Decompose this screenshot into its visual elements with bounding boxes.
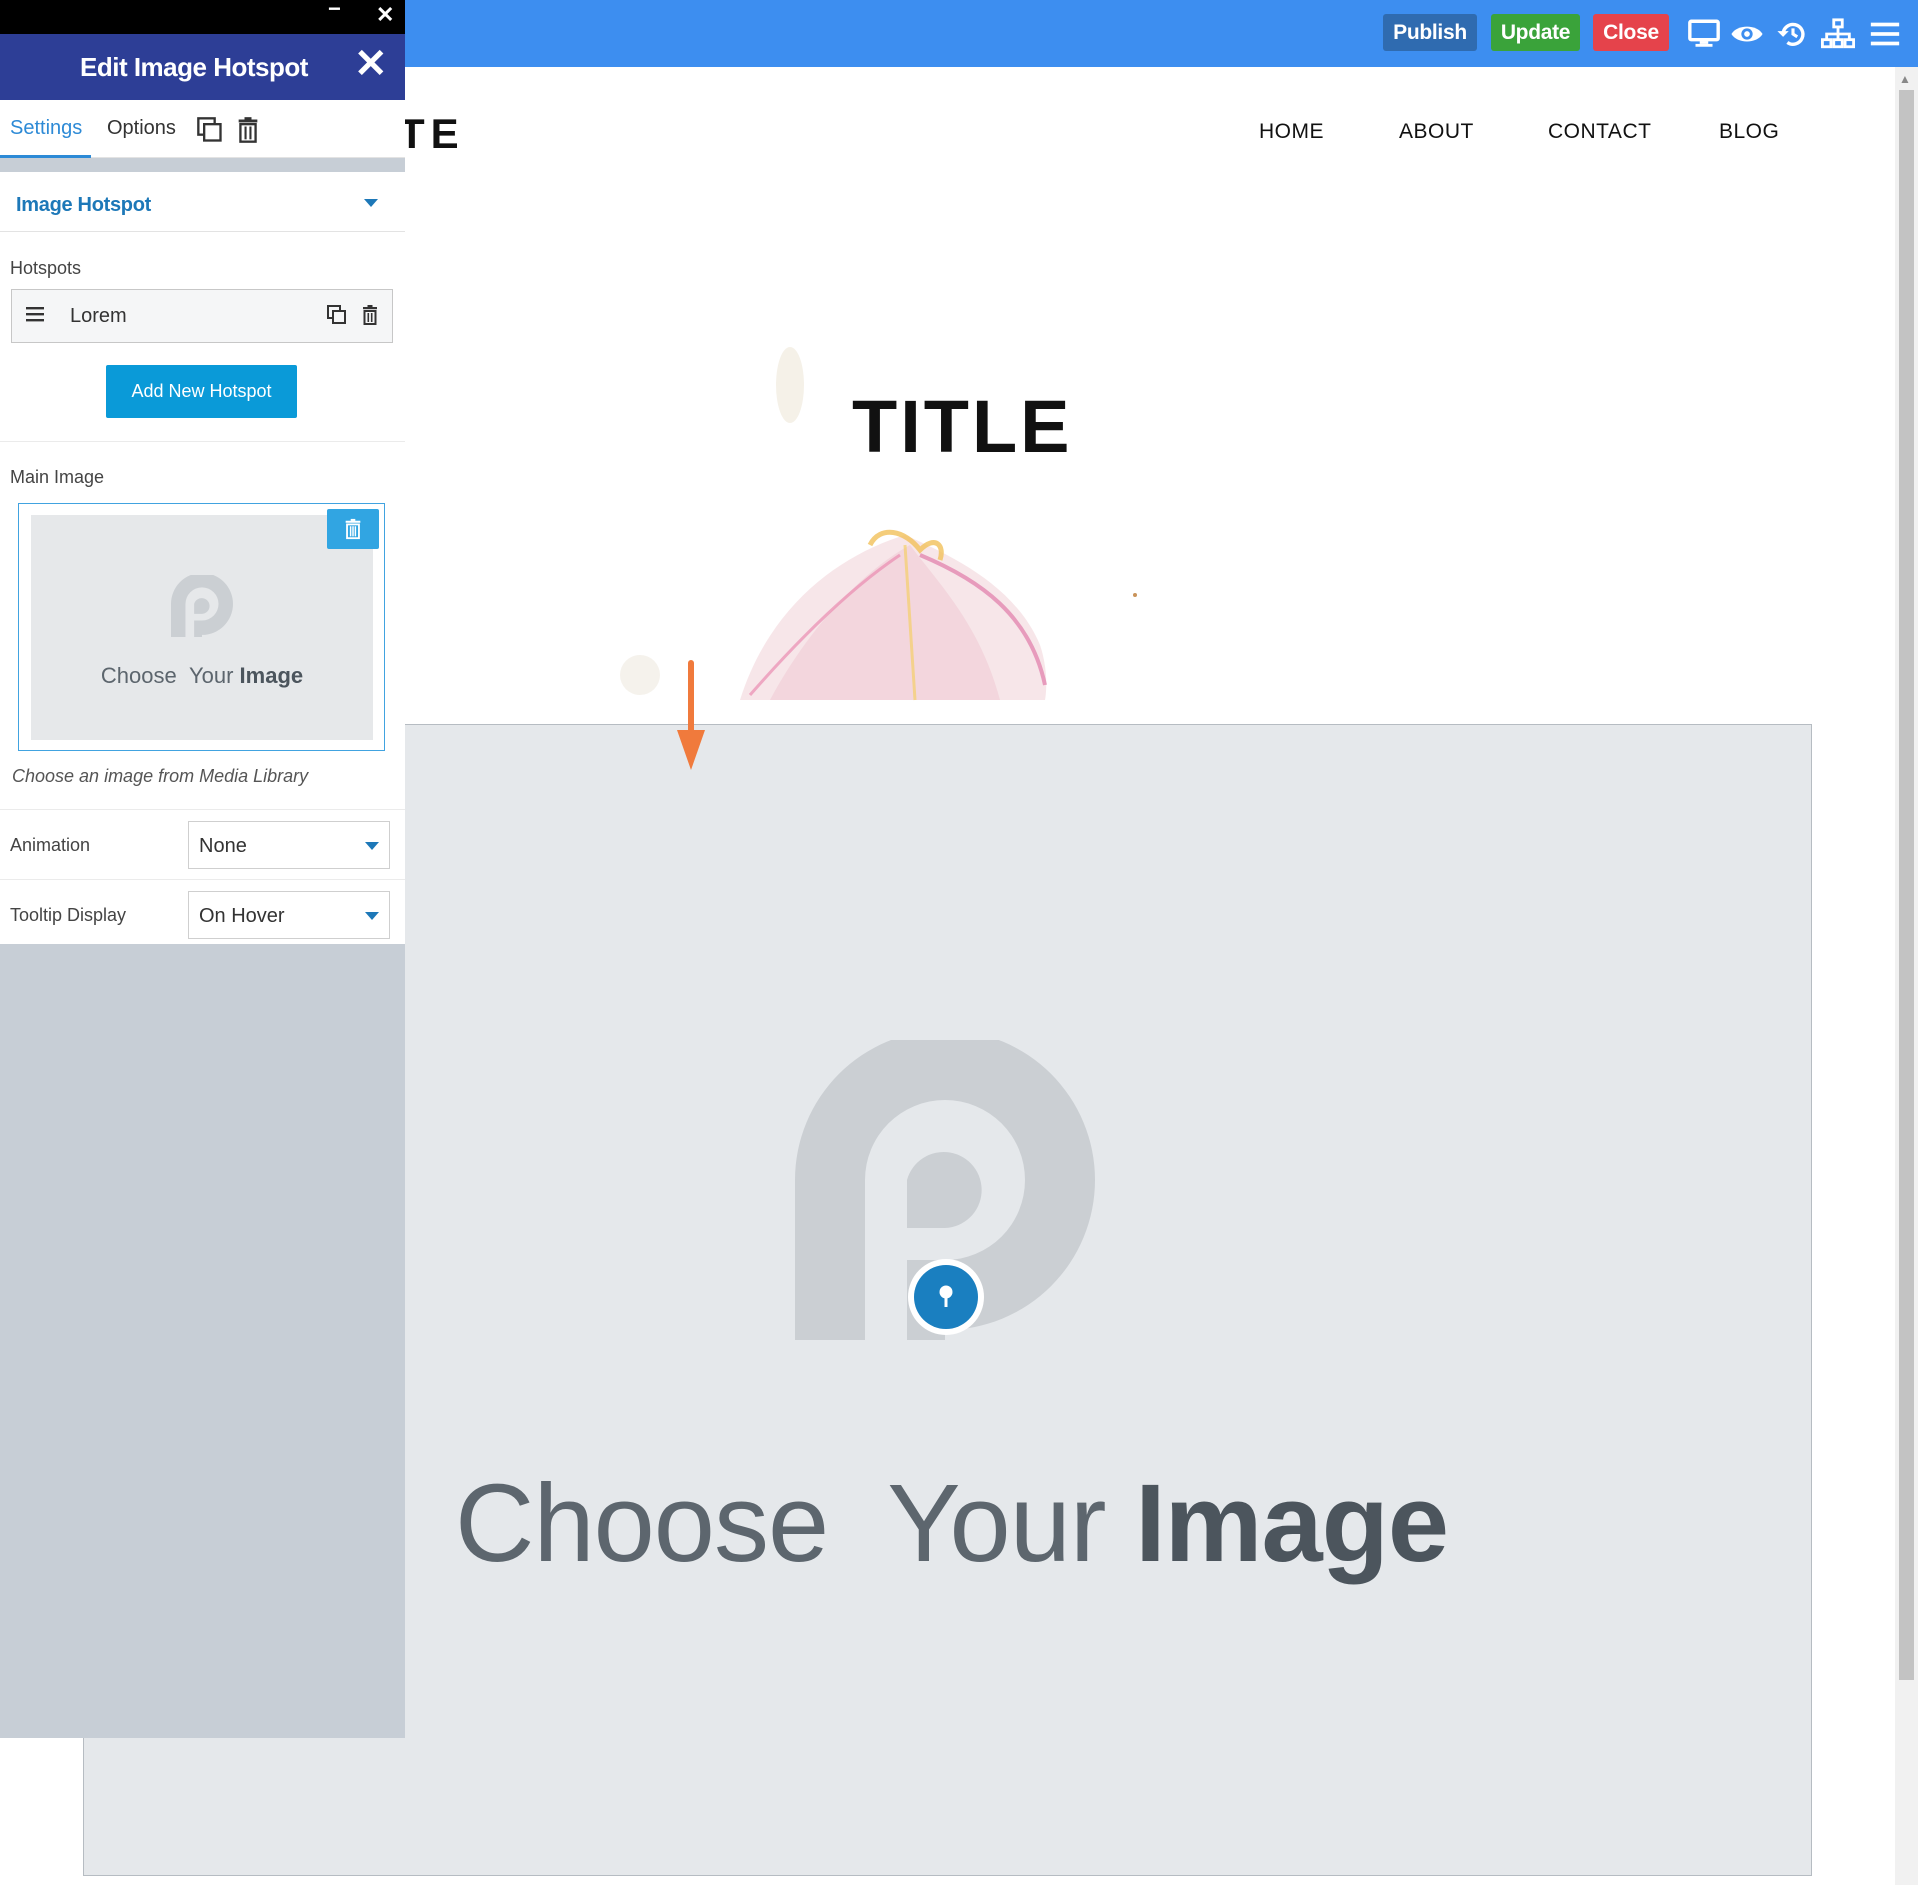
- sitemap-icon[interactable]: [1821, 17, 1855, 51]
- remove-image-button[interactable]: [327, 509, 379, 549]
- site-logo[interactable]: TE: [399, 110, 465, 158]
- chevron-down-icon: [365, 912, 379, 920]
- image-placeholder-text: Choose Your Image: [31, 663, 373, 689]
- scroll-up-icon[interactable]: ▲: [1899, 72, 1911, 86]
- close-button[interactable]: Close: [1593, 14, 1669, 51]
- section-title: Image Hotspot: [16, 194, 151, 216]
- placeholder-word-image: Image: [239, 663, 304, 688]
- placeholder-word-your: Your: [188, 663, 234, 688]
- scrollbar-thumb[interactable]: [1899, 90, 1914, 1680]
- hotspot-marker[interactable]: [908, 1259, 984, 1335]
- main-image-picker[interactable]: Choose Your Image: [18, 503, 385, 751]
- tab-settings[interactable]: Settings: [10, 117, 82, 140]
- divider: [0, 809, 405, 810]
- placeholder-word-your: Your: [887, 1462, 1106, 1585]
- page-title: TITLE: [852, 385, 1073, 468]
- panel-title: Edit Image Hotspot: [80, 52, 308, 82]
- eye-icon[interactable]: [1730, 17, 1764, 51]
- placeholder-logo-icon: [171, 575, 233, 637]
- orange-arrow-annotation: [677, 660, 705, 770]
- desktop-icon[interactable]: [1687, 17, 1721, 51]
- panel-body: Image Hotspot Hotspots Lorem Add New Hot…: [0, 172, 405, 944]
- history-icon[interactable]: [1776, 17, 1810, 51]
- main-image-label: Main Image: [10, 467, 105, 487]
- placeholder-word-choose: Choose: [100, 663, 177, 688]
- edit-panel: − ✕ Edit Image Hotspot ✕ Settings Option…: [0, 0, 405, 1738]
- tooltip-display-select[interactable]: On Hover: [188, 891, 390, 939]
- hotspot-name: Lorem: [70, 305, 127, 327]
- close-panel-icon[interactable]: ✕: [354, 42, 388, 86]
- duplicate-icon[interactable]: [325, 303, 349, 327]
- animation-select[interactable]: None: [188, 821, 390, 869]
- section-header[interactable]: Image Hotspot: [0, 172, 405, 232]
- hotspot-list-item[interactable]: Lorem: [11, 289, 393, 343]
- hamburger-menu-icon[interactable]: [1868, 17, 1902, 51]
- trash-icon[interactable]: [234, 116, 262, 144]
- panel-spacer: [0, 158, 405, 172]
- window-close-icon[interactable]: ✕: [376, 2, 394, 28]
- update-button[interactable]: Update: [1491, 14, 1580, 51]
- nav-contact[interactable]: CONTACT: [1548, 120, 1651, 144]
- tooltip-display-label: Tooltip Display: [10, 905, 127, 925]
- main-image-hint: Choose an image from Media Library: [12, 766, 309, 786]
- trash-icon[interactable]: [358, 303, 382, 327]
- pin-icon: [939, 1285, 953, 1307]
- nav-about[interactable]: ABOUT: [1399, 120, 1474, 144]
- chevron-down-icon[interactable]: [364, 199, 378, 207]
- tooltip-display-value: On Hover: [199, 905, 285, 927]
- minimize-icon[interactable]: −: [328, 0, 341, 22]
- image-placeholder[interactable]: Choose Your Image: [31, 515, 373, 740]
- divider: [0, 879, 405, 880]
- placeholder-text: Choose Your Image: [455, 1460, 1449, 1587]
- duplicate-icon[interactable]: [196, 116, 224, 144]
- drag-handle-icon[interactable]: [26, 306, 44, 322]
- window-titlebar: − ✕: [0, 0, 405, 34]
- hotspots-label: Hotspots: [10, 258, 82, 278]
- chevron-down-icon: [365, 842, 379, 850]
- animation-value: None: [199, 835, 247, 857]
- placeholder-word-image: Image: [1135, 1462, 1449, 1585]
- trash-icon: [345, 518, 361, 540]
- nav-home[interactable]: HOME: [1259, 120, 1324, 144]
- panel-header: Edit Image Hotspot ✕: [0, 34, 405, 100]
- placeholder-word-choose: Choose: [455, 1462, 829, 1585]
- tab-options[interactable]: Options: [107, 117, 176, 140]
- nav-blog[interactable]: BLOG: [1719, 120, 1779, 144]
- divider: [0, 441, 405, 442]
- animation-label: Animation: [10, 835, 91, 855]
- panel-tabs: Settings Options: [0, 100, 405, 158]
- add-new-hotspot-button[interactable]: Add New Hotspot: [106, 365, 297, 418]
- publish-button[interactable]: Publish: [1383, 14, 1477, 51]
